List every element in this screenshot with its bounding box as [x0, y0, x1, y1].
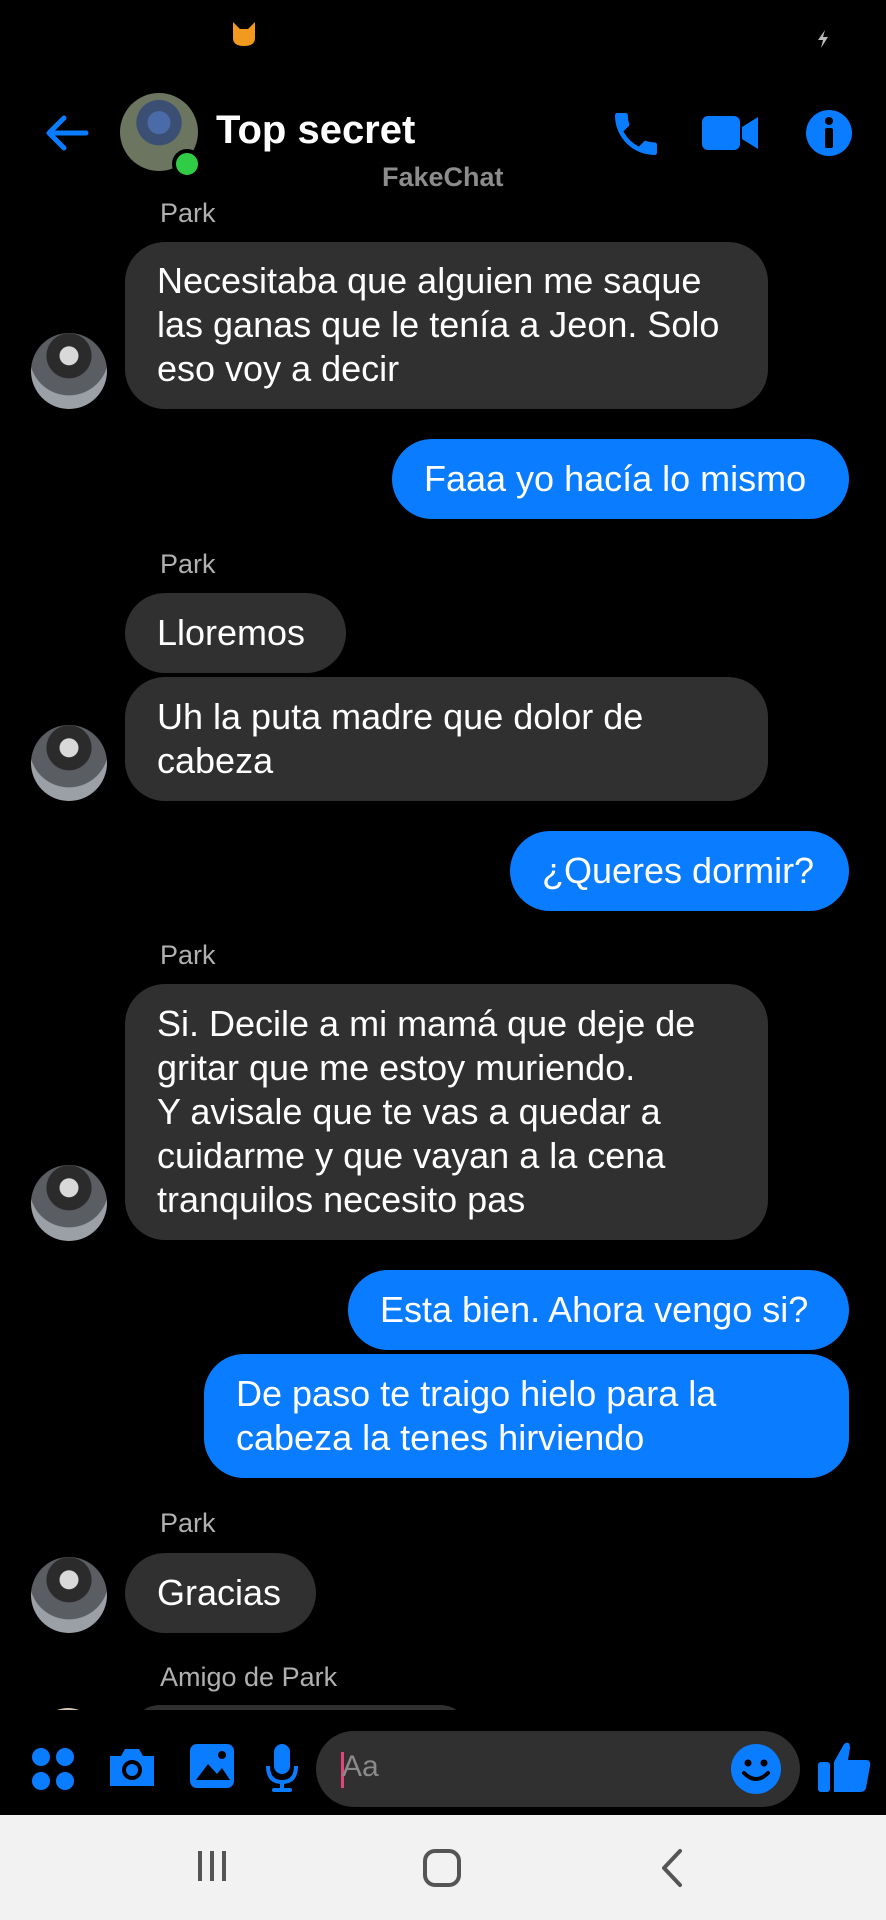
chat-title[interactable]: Top secret	[216, 108, 415, 153]
avatar[interactable]	[31, 725, 107, 801]
sender-name: Park	[160, 1508, 216, 1538]
home-icon[interactable]	[422, 1848, 462, 1888]
emoji-icon[interactable]	[730, 1743, 782, 1795]
phone-icon[interactable]	[608, 106, 664, 162]
nav-back-icon[interactable]	[660, 1848, 684, 1888]
microphone-icon[interactable]	[264, 1742, 300, 1794]
gallery-icon[interactable]	[188, 1742, 236, 1790]
outgoing-message[interactable]: De paso te traigo hielo para la cabeza l…	[204, 1354, 849, 1478]
camera-icon[interactable]	[106, 1744, 158, 1790]
incoming-message[interactable]: Lloremos	[125, 593, 346, 673]
charging-icon	[818, 30, 828, 48]
status-bar	[0, 0, 886, 70]
thumbs-up-icon[interactable]	[816, 1738, 872, 1796]
incoming-message[interactable]: Si. Decile a mi mamá que deje de gritar …	[125, 984, 768, 1240]
incoming-message[interactable]: Necesitaba que alguien me saque las gana…	[125, 242, 768, 409]
outgoing-message[interactable]: Esta bien. Ahora vengo si?	[348, 1270, 849, 1350]
back-arrow-icon[interactable]	[42, 108, 92, 158]
avatar[interactable]	[31, 1165, 107, 1241]
incoming-message[interactable]: Uh la puta madre que dolor de cabeza	[125, 677, 768, 801]
sender-name: Park	[160, 549, 216, 579]
online-status-dot	[172, 149, 202, 179]
avatar[interactable]	[31, 333, 107, 409]
message-input-placeholder[interactable]: Aa	[342, 1750, 379, 1784]
outgoing-message[interactable]: ¿Queres dormir?	[510, 831, 849, 911]
recent-apps-icon[interactable]	[196, 1849, 228, 1883]
cat-notification-icon	[233, 22, 255, 46]
sender-name: Park	[160, 940, 216, 970]
video-camera-icon[interactable]	[700, 110, 760, 156]
info-icon[interactable]	[804, 108, 854, 158]
sender-name: Park	[160, 198, 216, 228]
message-input[interactable]	[316, 1731, 800, 1807]
sender-name: Amigo de Park	[160, 1662, 338, 1692]
avatar[interactable]	[31, 1557, 107, 1633]
outgoing-message[interactable]: Faaa yo hacía lo mismo	[392, 439, 849, 519]
fakechat-watermark: FakeChat	[382, 162, 504, 192]
apps-grid-icon[interactable]	[30, 1746, 76, 1792]
incoming-message[interactable]: Gracias	[125, 1553, 316, 1633]
